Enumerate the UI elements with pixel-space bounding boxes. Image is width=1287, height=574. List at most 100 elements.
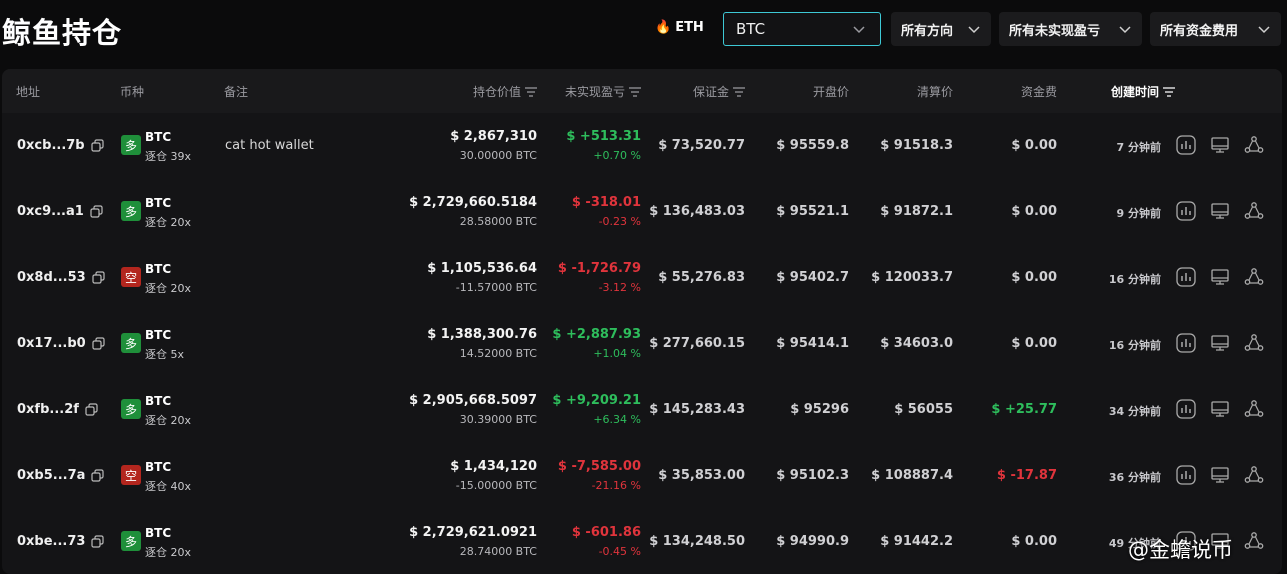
chart-icon[interactable] [1175, 266, 1197, 288]
direction-filter[interactable]: 所有方向 [891, 12, 991, 46]
address-text[interactable]: 0xfb...2f [17, 402, 79, 417]
created-time: 7 分钟前 [1116, 141, 1161, 154]
chart-icon[interactable] [1175, 398, 1197, 420]
open-price: $ 95296 [790, 402, 849, 417]
copy-icon[interactable] [90, 205, 103, 218]
chart-icon[interactable] [1175, 464, 1197, 486]
sort-icon[interactable] [733, 86, 745, 97]
col-pnl[interactable]: 未实现盈亏 [565, 83, 641, 100]
monitor-icon[interactable] [1209, 332, 1231, 354]
table-row[interactable]: 0xc9...a1 多 BTC 逐仓 20x $ 2,729,660.5184 28.58… [2, 179, 1282, 245]
address-link[interactable]: 0xb5...7a [17, 468, 105, 483]
share-icon[interactable] [1243, 134, 1265, 156]
table-row[interactable]: 0x17...b0 多 BTC 逐仓 5x $ 1,388,300.76 14.52000… [2, 311, 1282, 377]
share-icon[interactable] [1243, 200, 1265, 222]
table-row[interactable]: 0xbe...73 多 BTC 逐仓 20x $ 2,729,621.0921 28.74… [2, 509, 1282, 574]
address-link[interactable]: 0x17...b0 [17, 336, 105, 351]
coin-symbol: BTC [145, 262, 172, 276]
address-link[interactable]: 0xc9...a1 [17, 204, 103, 219]
open-price: $ 95402.7 [776, 270, 849, 285]
copy-icon[interactable] [92, 271, 105, 284]
liquidation-price: $ 108887.4 [871, 468, 953, 483]
address-text[interactable]: 0xb5...7a [17, 468, 85, 483]
share-icon[interactable] [1243, 266, 1265, 288]
share-icon[interactable] [1243, 464, 1265, 486]
address-link[interactable]: 0x8d...53 [17, 270, 105, 285]
copy-icon[interactable] [91, 139, 104, 152]
direction-badge: 多 [121, 399, 141, 419]
position-size: 30.39000 BTC [459, 413, 537, 426]
address-link[interactable]: 0xcb...7b [17, 138, 104, 153]
monitor-icon[interactable] [1209, 200, 1231, 222]
address-text[interactable]: 0xc9...a1 [17, 204, 84, 219]
watermark-text: @金蟾说币 [1128, 538, 1233, 562]
open-price: $ 95102.3 [776, 468, 849, 483]
monitor-icon[interactable] [1209, 398, 1231, 420]
chevron-down-icon [1119, 26, 1131, 34]
sort-icon[interactable] [525, 86, 537, 97]
table-row[interactable]: 0x8d...53 空 BTC 逐仓 20x $ 1,105,536.64 -11.570… [2, 245, 1282, 311]
funding-filter-label: 所有资金费用 [1160, 23, 1239, 39]
coin-symbol: BTC [145, 130, 172, 144]
col-address: 地址 [16, 85, 41, 99]
address-text[interactable]: 0xcb...7b [17, 138, 85, 153]
sort-icon[interactable] [629, 86, 641, 97]
position-size: -11.57000 BTC [455, 281, 537, 294]
leverage: 逐仓 20x [145, 216, 192, 229]
copy-icon[interactable] [91, 469, 105, 482]
flame-icon: 🔥 [655, 20, 672, 35]
monitor-icon[interactable] [1209, 134, 1231, 156]
chart-icon[interactable] [1175, 332, 1197, 354]
share-icon[interactable] [1243, 398, 1265, 420]
direction-badge: 多 [121, 531, 141, 551]
funding-fee: $ 0.00 [1011, 138, 1057, 153]
unrealized-pnl-pct: -21.16 % [591, 479, 641, 492]
address-link[interactable]: 0xfb...2f [17, 402, 98, 417]
share-icon[interactable] [1243, 530, 1265, 552]
note: cat hot wallet [225, 138, 314, 153]
unrealized-pnl-pct: +6.34 % [593, 413, 641, 426]
position-size: -15.00000 BTC [455, 479, 537, 492]
chevron-down-icon [968, 26, 980, 34]
coin-select[interactable]: BTC [723, 12, 881, 46]
col-coin: 币种 [120, 85, 145, 99]
created-time: 36 分钟前 [1108, 471, 1161, 484]
table-row[interactable]: 0xfb...2f 多 BTC 逐仓 20x $ 2,905,668.5097 30.39… [2, 377, 1282, 443]
chart-icon[interactable] [1175, 200, 1197, 222]
address-text[interactable]: 0x8d...53 [17, 270, 86, 285]
eth-quick-filter[interactable]: 🔥 ETH [655, 20, 704, 35]
position-size: 30.00000 BTC [459, 149, 537, 162]
chart-icon[interactable] [1175, 134, 1197, 156]
monitor-icon[interactable] [1209, 464, 1231, 486]
unrealized-pnl: $ +2,887.93 [552, 327, 641, 342]
coin-symbol: BTC [145, 328, 172, 342]
unrealized-pnl: $ -7,585.00 [557, 459, 641, 474]
monitor-icon[interactable] [1209, 266, 1231, 288]
table-row[interactable]: 0xcb...7b 多 BTC 逐仓 39x cat hot wallet $ 2,867… [2, 113, 1282, 179]
col-value[interactable]: 持仓价值 [473, 83, 537, 100]
col-margin[interactable]: 保证金 [693, 83, 745, 100]
coin-symbol: BTC [145, 196, 172, 210]
address-text[interactable]: 0x17...b0 [17, 336, 86, 351]
sort-icon[interactable] [1163, 86, 1175, 97]
funding-fee: $ +25.77 [991, 402, 1057, 417]
leverage: 逐仓 20x [145, 546, 192, 559]
copy-icon[interactable] [92, 337, 105, 350]
leverage: 逐仓 5x [145, 348, 185, 361]
chevron-down-icon [853, 26, 865, 34]
liquidation-price: $ 120033.7 [871, 270, 953, 285]
copy-icon[interactable] [91, 535, 105, 548]
address-text[interactable]: 0xbe...73 [17, 534, 85, 549]
share-icon[interactable] [1243, 332, 1265, 354]
margin: $ 35,853.00 [658, 468, 745, 483]
funding-filter[interactable]: 所有资金费用 [1150, 12, 1281, 46]
col-open-price: 开盘价 [812, 85, 849, 99]
address-link[interactable]: 0xbe...73 [17, 534, 105, 549]
pnl-filter[interactable]: 所有未实现盈亏 [999, 12, 1142, 46]
col-created[interactable]: 创建时间 [1111, 83, 1175, 100]
col-liq-price: 清算价 [916, 85, 953, 99]
unrealized-pnl: $ +9,209.21 [552, 393, 641, 408]
copy-icon[interactable] [85, 403, 98, 416]
open-price: $ 95414.1 [776, 336, 849, 351]
table-row[interactable]: 0xb5...7a 空 BTC 逐仓 40x $ 1,434,120 -15.00000 … [2, 443, 1282, 509]
